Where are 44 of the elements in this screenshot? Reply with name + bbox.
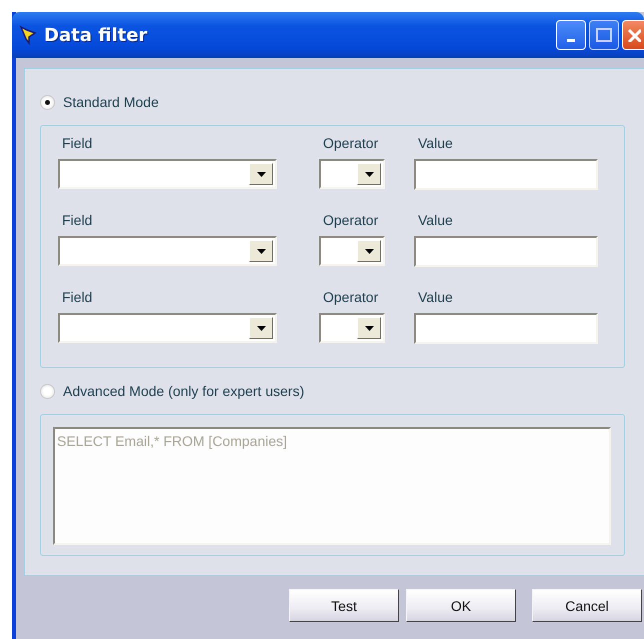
caret-icon — [256, 326, 266, 330]
caret-icon — [256, 172, 266, 176]
mode-label[interactable]: Standard Mode — [63, 94, 159, 110]
operator-label: Operator — [322, 290, 380, 304]
field-dropdown[interactable] — [58, 313, 277, 343]
value-label: Value — [417, 290, 454, 304]
operator-label: Operator — [322, 213, 380, 227]
caret-icon — [364, 326, 374, 330]
dialog-button[interactable]: Test — [289, 589, 399, 622]
dialog-button[interactable]: OK — [406, 589, 516, 622]
radio-button[interactable] — [40, 384, 55, 398]
radio-button[interactable] — [40, 94, 55, 110]
caret-icon — [256, 248, 266, 254]
caret-icon — [364, 248, 374, 254]
minimize-icon — [567, 38, 575, 42]
field-label: Field — [61, 213, 94, 227]
window-title: Data filter — [44, 24, 148, 46]
field-dropdown[interactable] — [58, 159, 277, 189]
value-field[interactable] — [414, 159, 598, 190]
dropdown-button[interactable] — [357, 240, 381, 262]
dropdown-button[interactable] — [249, 163, 273, 185]
dropdown-button[interactable] — [249, 317, 273, 339]
dropdown-button[interactable] — [249, 240, 273, 262]
mode-label[interactable]: Advanced Mode (only for expert users) — [63, 383, 304, 399]
minimize-button[interactable] — [556, 20, 586, 50]
value-label: Value — [417, 213, 454, 227]
dropdown-button[interactable] — [357, 163, 381, 185]
maximize-icon — [596, 28, 612, 42]
field-label: Field — [61, 136, 94, 150]
close-button[interactable] — [622, 20, 644, 50]
dialog-button[interactable]: Cancel — [532, 589, 642, 622]
value-field[interactable] — [414, 236, 598, 267]
value-field[interactable] — [414, 313, 598, 344]
close-icon — [626, 28, 640, 42]
dropdown-button[interactable] — [357, 317, 381, 339]
maximize-button[interactable] — [589, 20, 619, 50]
operator-dropdown[interactable] — [319, 159, 385, 189]
operator-label: Operator — [322, 136, 380, 150]
operator-dropdown[interactable] — [319, 236, 385, 266]
field-dropdown[interactable] — [58, 236, 277, 266]
caret-icon — [364, 172, 374, 176]
operator-dropdown[interactable] — [319, 313, 385, 343]
field-label: Field — [61, 290, 94, 304]
value-label: Value — [417, 136, 454, 150]
